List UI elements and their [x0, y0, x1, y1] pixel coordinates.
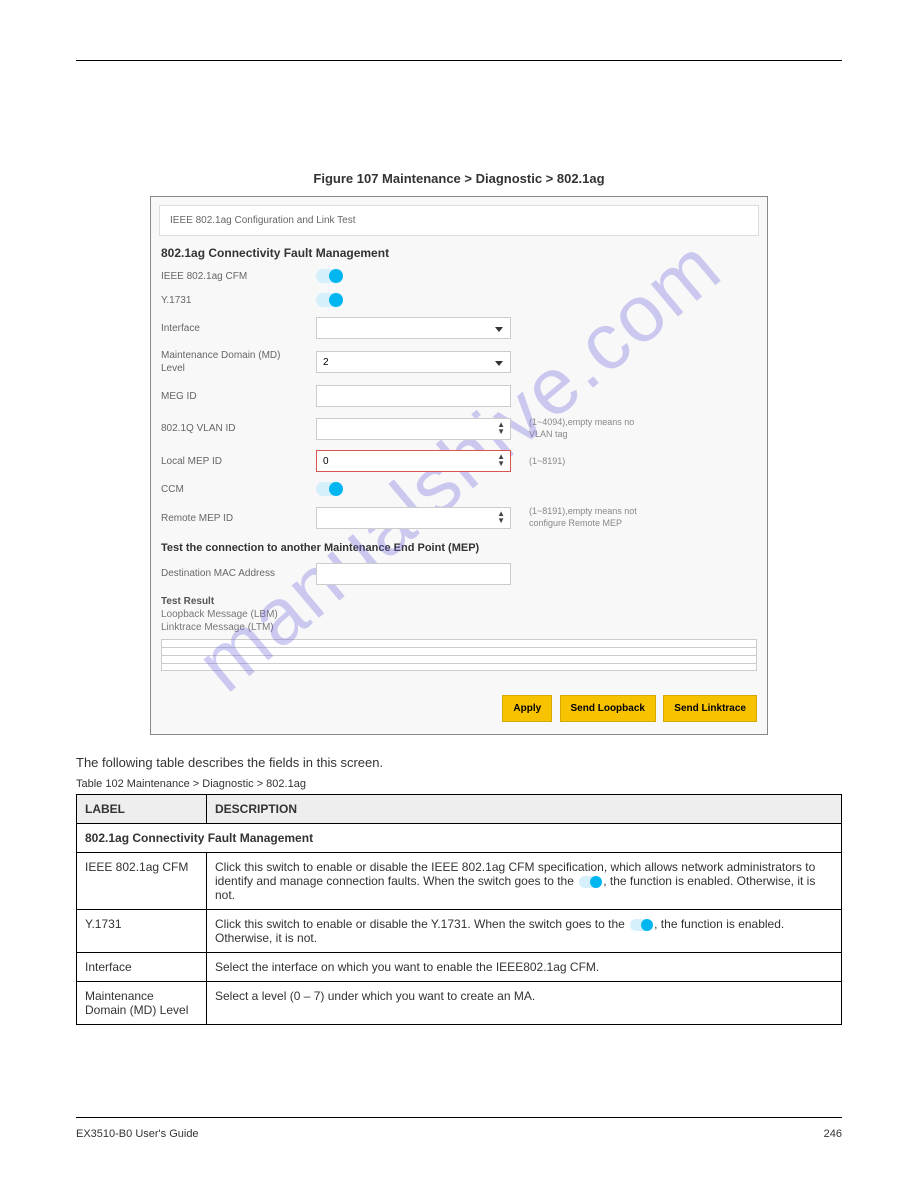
toggle-icon	[630, 919, 652, 931]
table-row: IEEE 802.1ag CFM Click this switch to en…	[77, 852, 842, 909]
th-description: DESCRIPTION	[207, 794, 842, 823]
table-caption: Table 102 Maintenance > Diagnostic > 802…	[76, 778, 842, 790]
table-row: Interface Select the interface on which …	[77, 952, 842, 981]
dest-mac-input[interactable]	[316, 563, 511, 585]
remote-mep-label: Remote MEP ID	[161, 512, 316, 525]
row-label: Interface	[77, 952, 207, 981]
table-section-row: 802.1ag Connectivity Fault Management	[77, 823, 842, 852]
remote-mep-hint: (1~8191),empty means not configure Remot…	[529, 506, 639, 529]
remote-mep-input[interactable]	[316, 507, 511, 529]
local-mep-label: Local MEP ID	[161, 455, 316, 468]
toggle-icon	[579, 876, 601, 888]
ccm-label: CCM	[161, 483, 316, 496]
bottom-horizontal-rule	[76, 1117, 842, 1118]
row-label: Maintenance Domain (MD) Level	[77, 981, 207, 1024]
config-tab-label: IEEE 802.1ag Configuration and Link Test	[159, 205, 759, 236]
table-intro-text: The following table describes the fields…	[76, 755, 842, 770]
row-desc: Click this switch to enable or disable t…	[207, 909, 842, 952]
test-section-title: Test the connection to another Maintenan…	[161, 542, 757, 554]
top-horizontal-rule	[76, 60, 842, 61]
row-desc: Click this switch to enable or disable t…	[207, 852, 842, 909]
row-desc: Select a level (0 – 7) under which you w…	[207, 981, 842, 1024]
screenshot-panel: manualshive.com IEEE 802.1ag Configurati…	[150, 196, 768, 735]
interface-label: Interface	[161, 322, 316, 335]
apply-button[interactable]: Apply	[502, 695, 552, 722]
y1731-toggle[interactable]	[316, 293, 342, 307]
ltm-label: Linktrace Message (LTM)	[161, 622, 757, 633]
local-mep-hint: (1~8191)	[529, 456, 639, 468]
ieee-cfm-toggle[interactable]	[316, 269, 342, 283]
y1731-label: Y.1731	[161, 294, 316, 307]
test-result-label: Test Result	[161, 596, 757, 607]
send-linktrace-button[interactable]: Send Linktrace	[663, 695, 757, 722]
row-desc: Select the interface on which you want t…	[207, 952, 842, 981]
local-mep-input[interactable]	[316, 450, 511, 472]
test-result-output	[161, 639, 757, 671]
md-level-label: Maintenance Domain (MD) Level	[161, 349, 316, 375]
table-row: Y.1731 Click this switch to enable or di…	[77, 909, 842, 952]
vlan-id-hint: (1~4094),empty means no VLAN tag	[529, 417, 639, 440]
meg-id-input[interactable]	[316, 385, 511, 407]
th-label: LABEL	[77, 794, 207, 823]
ccm-toggle[interactable]	[316, 482, 342, 496]
figure-label: Figure 107 Maintenance > Diagnostic > 80…	[76, 171, 842, 186]
footer-left: EX3510-B0 User's Guide	[76, 1128, 199, 1140]
description-table: LABEL DESCRIPTION 802.1ag Connectivity F…	[76, 794, 842, 1025]
lbm-label: Loopback Message (LBM)	[161, 609, 757, 620]
dest-mac-label: Destination MAC Address	[161, 567, 316, 580]
row-label: IEEE 802.1ag CFM	[77, 852, 207, 909]
ieee-cfm-label: IEEE 802.1ag CFM	[161, 270, 316, 283]
send-loopback-button[interactable]: Send Loopback	[560, 695, 656, 722]
table-row: Maintenance Domain (MD) Level Select a l…	[77, 981, 842, 1024]
meg-id-label: MEG ID	[161, 390, 316, 403]
cfm-section-title: 802.1ag Connectivity Fault Management	[161, 246, 757, 260]
vlan-id-label: 802.1Q VLAN ID	[161, 422, 316, 435]
md-level-select[interactable]	[316, 351, 511, 373]
vlan-id-input[interactable]	[316, 418, 511, 440]
footer-right: 246	[824, 1128, 842, 1140]
row-label: Y.1731	[77, 909, 207, 952]
interface-select[interactable]	[316, 317, 511, 339]
